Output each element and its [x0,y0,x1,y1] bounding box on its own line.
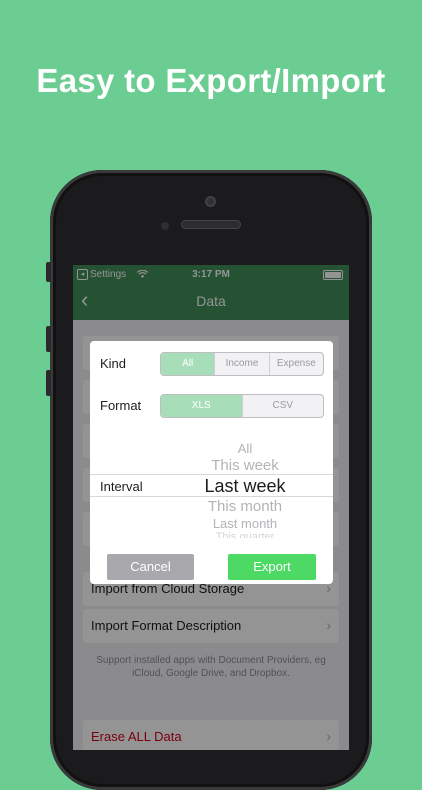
volume-down-button [46,370,51,396]
picker-selection-top [90,474,333,475]
interval-label: Interval [100,479,143,494]
format-label: Format [100,398,142,413]
sensor-icon [161,222,169,230]
interval-option[interactable]: This month [160,498,330,515]
kind-label: Kind [100,356,127,371]
earpiece-speaker [181,220,241,229]
kind-segmented-control: All Income Expense [160,352,324,376]
kind-option-expense[interactable]: Expense [268,353,323,375]
cancel-button[interactable]: Cancel [107,554,194,580]
kind-option-all[interactable]: All [161,353,215,375]
export-dialog: Kind All Income Expense Format XLS CSV I… [90,341,333,584]
camera-icon [205,196,216,207]
interval-option[interactable]: Last month [160,516,330,531]
volume-up-button [46,326,51,352]
headline: Easy to Export/Import [36,62,386,99]
interval-option-selected[interactable]: Last week [160,476,330,497]
mute-switch [46,262,51,282]
interval-option[interactable]: All [160,441,330,456]
format-option-csv[interactable]: CSV [241,395,324,417]
format-segmented-control: XLS CSV [160,394,324,418]
interval-option[interactable]: This quarter [160,531,330,538]
format-option-xls[interactable]: XLS [161,395,242,417]
interval-option[interactable]: This week [160,457,330,474]
kind-option-income[interactable]: Income [214,353,268,375]
export-button[interactable]: Export [228,554,316,580]
